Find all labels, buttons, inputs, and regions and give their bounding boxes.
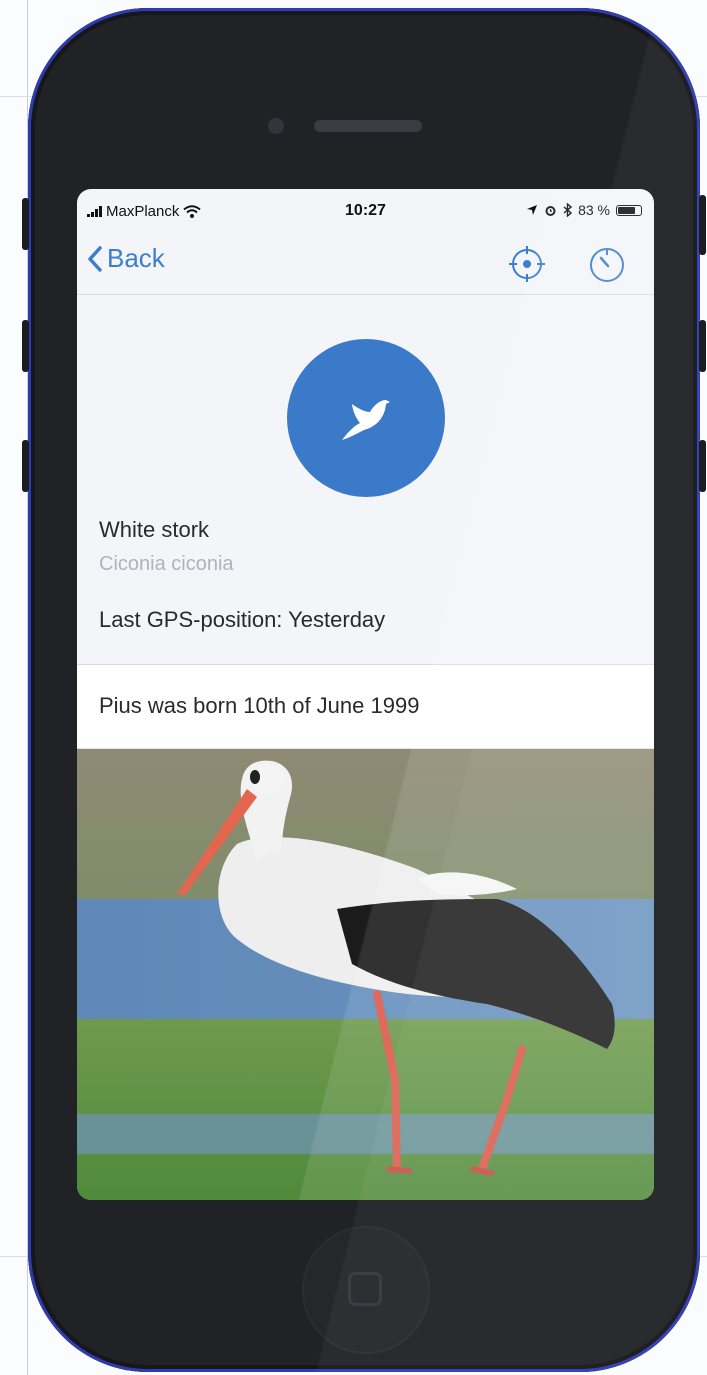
common-name: White stork: [99, 517, 210, 542]
battery-percent: 83 %: [578, 202, 610, 218]
navigation-bar: Back: [77, 229, 654, 295]
animal-profile: White stork Ciconia ciconia Last GPS-pos…: [77, 295, 654, 665]
timer-icon[interactable]: [587, 244, 627, 284]
locate-target-icon[interactable]: [507, 244, 547, 284]
earpiece-speaker: [314, 120, 422, 132]
animal-photo: [77, 749, 654, 1200]
front-camera: [268, 118, 284, 134]
mute-switch: [22, 198, 29, 250]
side-button: [699, 440, 706, 492]
status-bar: MaxPlanck 10:27 83 %: [77, 189, 654, 229]
birth-info-text: Pius was born 10th of June 1999: [99, 693, 420, 718]
alarm-icon: [545, 205, 556, 216]
volume-down-button: [22, 440, 29, 492]
volume-up-button: [22, 320, 29, 372]
battery-icon: [616, 204, 642, 216]
status-right-group: 83 %: [526, 202, 642, 218]
back-chevron-icon: [88, 245, 102, 272]
birth-info-row[interactable]: Pius was born 10th of June 1999: [77, 665, 654, 749]
home-button[interactable]: [302, 1226, 430, 1354]
phone-frame: MaxPlanck 10:27 83 % Back White stork Ci…: [28, 8, 700, 1372]
back-button[interactable]: Back: [87, 243, 165, 274]
bird-icon: [342, 400, 390, 440]
page: MaxPlanck 10:27 83 % Back White stork Ci…: [0, 0, 707, 1375]
bluetooth-icon: [563, 203, 573, 217]
side-button: [699, 320, 706, 372]
last-gps-position: Last GPS-position: Yesterday: [99, 607, 386, 632]
power-button: [699, 195, 706, 255]
home-square-icon: [348, 1272, 382, 1306]
phone-screen: MaxPlanck 10:27 83 % Back White stork Ci…: [77, 189, 654, 1200]
back-label: Back: [107, 243, 165, 273]
animal-avatar: [287, 339, 445, 497]
latin-name: Ciconia ciconia: [99, 553, 234, 575]
location-arrow-icon: [527, 205, 538, 215]
